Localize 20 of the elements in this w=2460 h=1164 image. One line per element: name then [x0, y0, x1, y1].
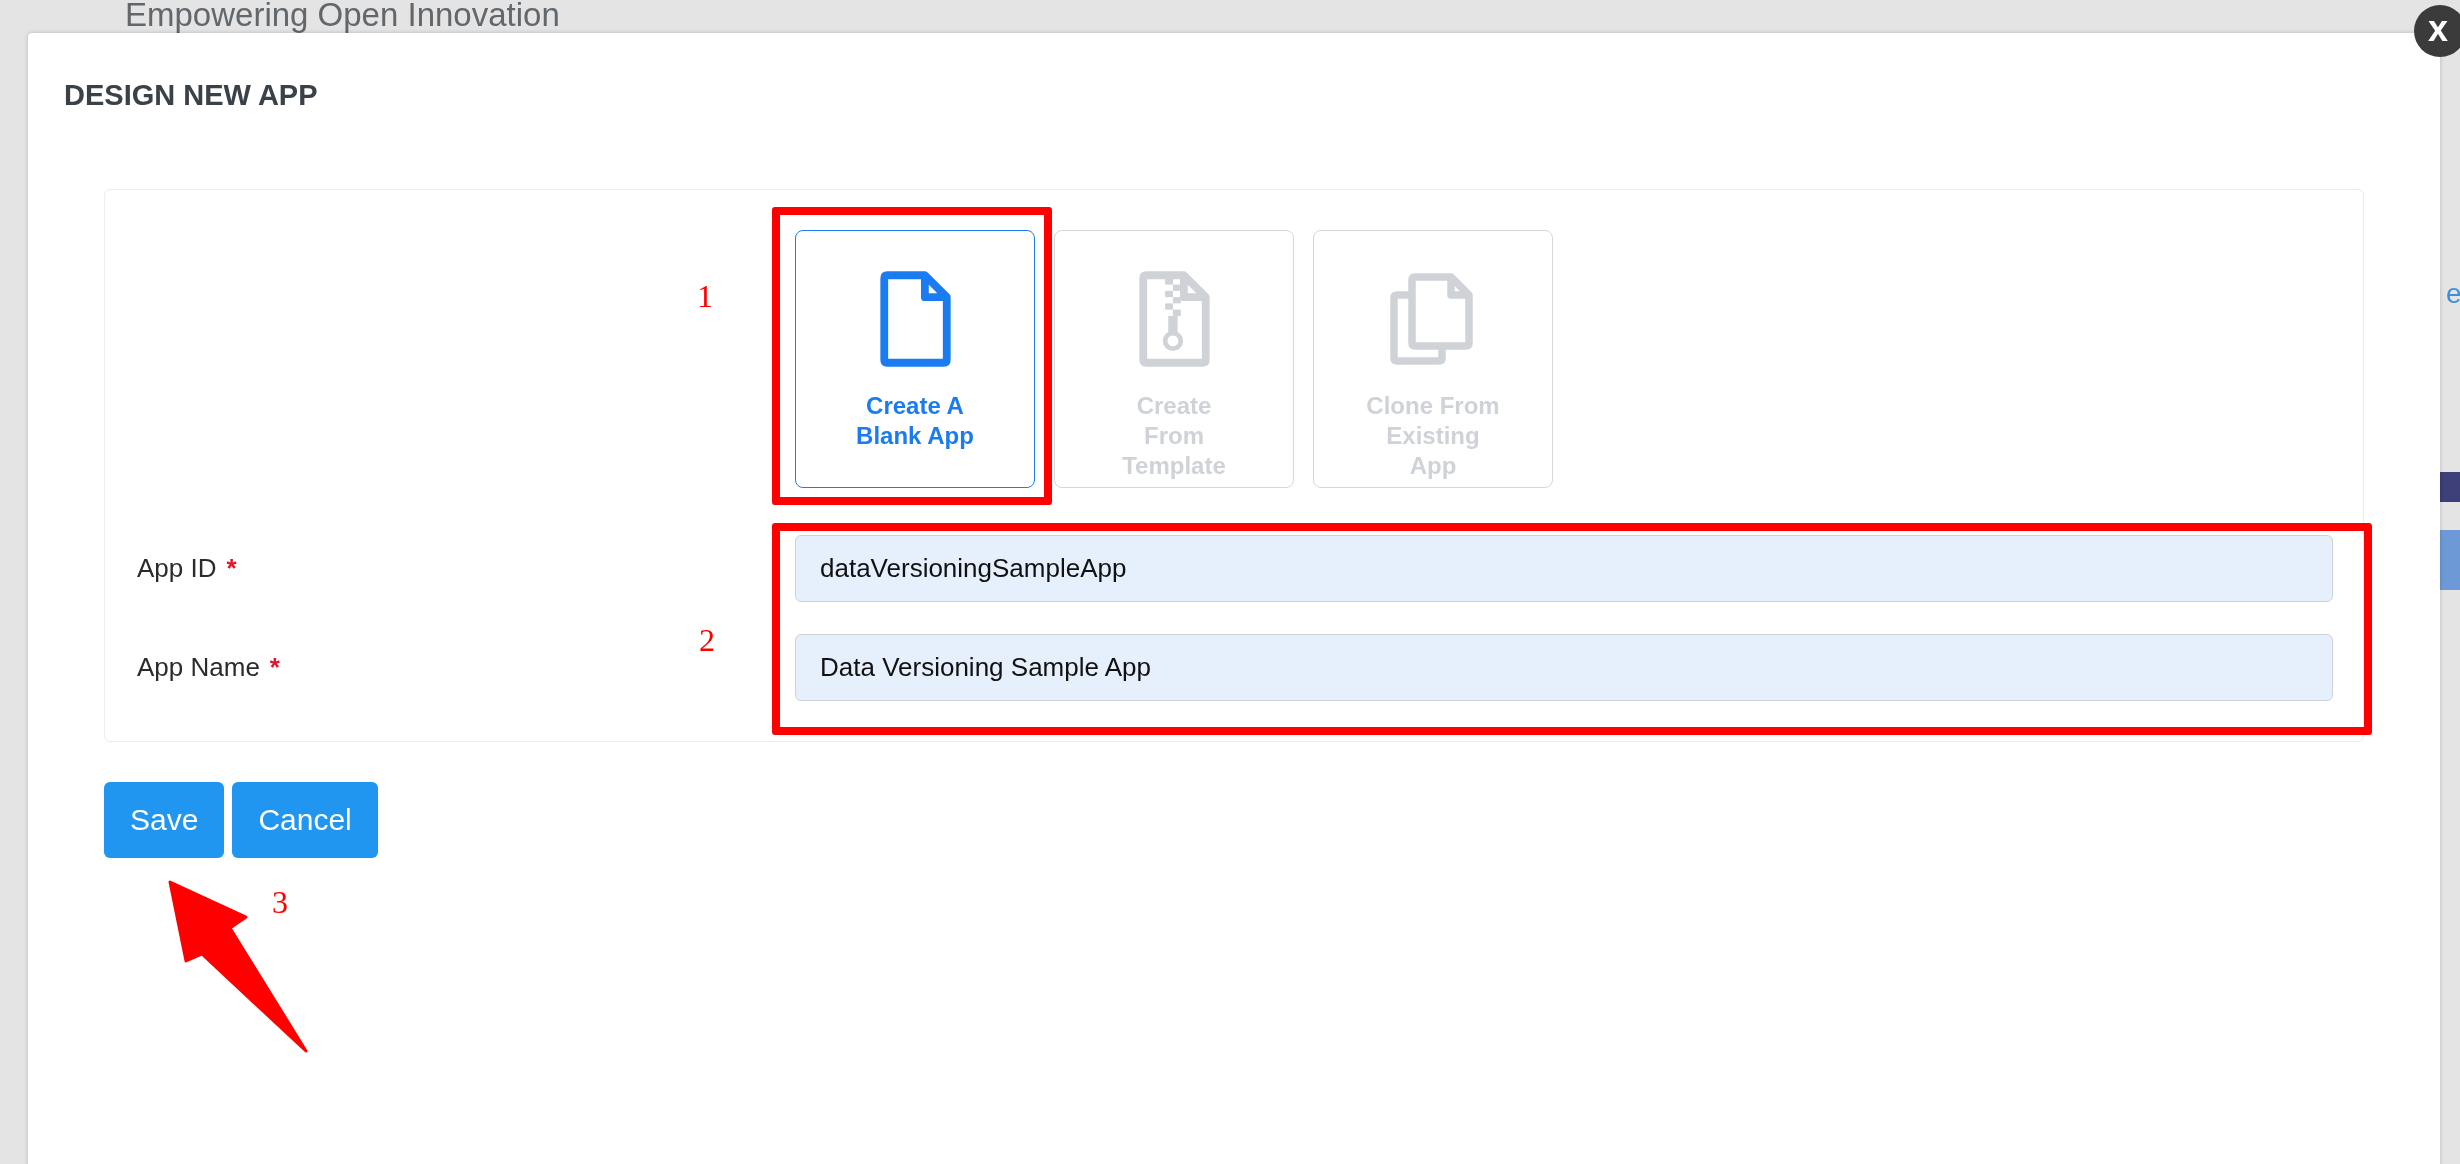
field-label: App ID: [137, 553, 217, 584]
page-header-title: Empowering Open Innovation: [125, 0, 560, 31]
input-field[interactable]: Data Versioning Sample App: [795, 634, 2333, 701]
document-icon: [877, 269, 953, 369]
save-button[interactable]: Save: [104, 782, 225, 858]
cancel-button[interactable]: Cancel: [232, 782, 378, 858]
background-link-text: e: [2446, 278, 2460, 310]
step-number: 2: [699, 622, 715, 658]
step-number: 3: [272, 884, 288, 920]
background-bar: [2440, 472, 2460, 502]
step-number: 1: [697, 278, 713, 314]
field-label: App Name: [137, 652, 260, 683]
background-bar: [2440, 530, 2460, 590]
close-button[interactable]: x: [2414, 5, 2460, 57]
input-field[interactable]: dataVersioningSampleApp: [795, 535, 2333, 602]
zip-file-icon: [1136, 269, 1212, 369]
dialog-title: DESIGN NEW APP: [64, 79, 319, 111]
required-mark: *: [269, 652, 280, 683]
app-option-card[interactable]: Create A Blank App: [795, 230, 1035, 488]
required-mark: *: [226, 553, 237, 584]
